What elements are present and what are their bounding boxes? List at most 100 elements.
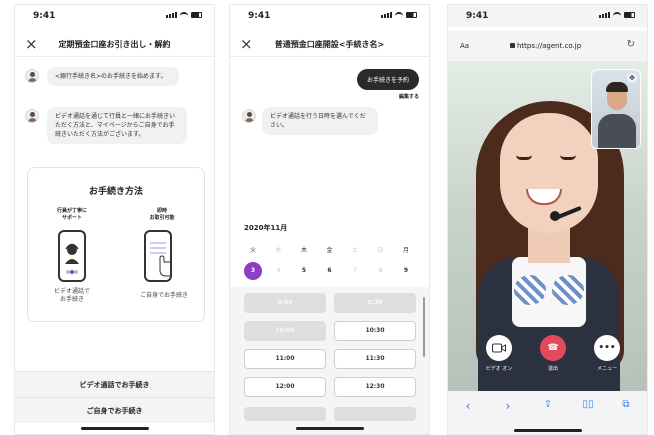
time-slot[interactable]: 12:30 bbox=[334, 377, 416, 397]
url-text: https://agent.co.jp bbox=[517, 42, 582, 50]
forward-icon[interactable]: › bbox=[500, 399, 516, 413]
lock-icon bbox=[510, 43, 515, 48]
time-slot-partial[interactable] bbox=[244, 407, 326, 421]
chat-bubble: ビデオ通話を通じて行員と一緒にお手続きいただく方法と、マイページからご自身でお手… bbox=[47, 107, 187, 144]
signal-icon bbox=[381, 12, 392, 18]
camera-icon[interactable] bbox=[486, 335, 512, 361]
method-video-label: ビデオ通話で お手続き bbox=[53, 288, 90, 303]
agent-eye bbox=[516, 155, 532, 160]
self-body bbox=[598, 114, 636, 148]
status-time: 9:41 bbox=[248, 11, 271, 21]
signal-icon bbox=[166, 12, 177, 18]
consult-screen: 9:41 × 定期預金口座お引き出し・解約 <銀行手続き名>のお手続きを始めます… bbox=[14, 4, 215, 435]
home-indicator bbox=[80, 427, 149, 430]
day-cell[interactable]: 5 bbox=[295, 262, 313, 280]
time-slot[interactable]: 9:30 bbox=[334, 293, 416, 313]
back-icon[interactable]: ‹ bbox=[460, 399, 476, 413]
self-hair bbox=[606, 82, 628, 92]
ribbon-self-text: 即時 お取引可能 bbox=[149, 208, 175, 221]
page-title: 普通預金口座開設<手続き名> bbox=[274, 40, 385, 49]
time-slot[interactable]: 11:30 bbox=[334, 349, 416, 369]
weekday-label: 月 bbox=[402, 247, 409, 254]
reload-icon[interactable]: ↻ bbox=[627, 39, 635, 50]
day-cell[interactable]: 7 bbox=[346, 262, 364, 280]
self-preview[interactable]: ✥ bbox=[591, 69, 641, 149]
home-indicator bbox=[295, 427, 364, 430]
browser-toolbar: ‹ › ⇪ ▯▯ ⧉ bbox=[448, 391, 647, 434]
time-slot[interactable]: 10:30 bbox=[334, 321, 416, 341]
time-slot[interactable]: 9:00 bbox=[244, 293, 326, 313]
headset-mic bbox=[550, 211, 560, 221]
weekday-label: 火 bbox=[249, 247, 256, 254]
chat-bubble: <銀行手続き名>のお手続きを始めます。 bbox=[47, 67, 179, 86]
expand-icon[interactable]: ✥ bbox=[627, 73, 637, 83]
battery-icon bbox=[191, 12, 202, 18]
signal-icon bbox=[599, 12, 610, 18]
text-size-button[interactable]: Aa bbox=[460, 42, 469, 50]
operator-icon bbox=[65, 243, 79, 274]
tabs-icon[interactable]: ⧉ bbox=[618, 399, 634, 410]
video-call-screen: 9:41 Aa https://agent.co.jp ↻ ✥ ☎ ••• ビデ… bbox=[447, 4, 648, 435]
agent-eye bbox=[560, 155, 576, 160]
status-bar: 9:41 bbox=[15, 5, 214, 27]
wifi-icon bbox=[395, 12, 403, 18]
more-icon[interactable]: ••• bbox=[594, 335, 620, 361]
day-cell[interactable]: 4 bbox=[270, 262, 288, 280]
time-slot-partial[interactable] bbox=[334, 407, 416, 421]
weekday-label: 土 bbox=[351, 247, 358, 254]
hang-up-icon[interactable]: ☎ bbox=[540, 335, 566, 361]
video-phone-illustration bbox=[58, 230, 86, 282]
url-field[interactable]: https://agent.co.jp bbox=[510, 42, 581, 50]
ribbon-video: 行員が丁寧に サポート bbox=[42, 208, 102, 222]
share-icon[interactable]: ⇪ bbox=[540, 399, 556, 410]
control-label: 退出 bbox=[547, 366, 558, 372]
edit-link[interactable]: 編集する bbox=[399, 93, 419, 100]
booking-screen: 9:41 × 普通預金口座開設<手続き名> お手続きを予約 編集する ビデオ通話… bbox=[229, 4, 430, 435]
status-bar: 9:41 bbox=[448, 5, 647, 27]
methods-card: お手続き方法 行員が丁寧に サポート 即時 お取引可能 ビデオ通話で お手続き … bbox=[27, 167, 205, 322]
weekday-label: 金 bbox=[326, 247, 333, 254]
calendar-month: 2020年11月 bbox=[244, 224, 288, 232]
status-icons bbox=[166, 12, 202, 18]
chat-bubble: ビデオ通話を行う日時を選んでください。 bbox=[262, 107, 378, 135]
nav-bar: × 普通預金口座開設<手続き名> bbox=[230, 31, 429, 57]
user-message-bubble: お手続きを予約 bbox=[356, 69, 419, 90]
battery-icon bbox=[624, 12, 635, 18]
agent-avatar bbox=[25, 109, 39, 123]
time-slot[interactable]: 10:00 bbox=[244, 321, 326, 341]
home-indicator bbox=[513, 429, 582, 432]
self-procedure-button[interactable]: ご自身でお手続き bbox=[15, 397, 214, 423]
control-label: メニュー bbox=[596, 366, 617, 372]
methods-heading: お手続き方法 bbox=[88, 187, 143, 197]
agent-face bbox=[500, 113, 598, 233]
agent-avatar bbox=[242, 109, 256, 123]
method-self-label: ご自身でお手続き bbox=[139, 292, 188, 299]
control-label: ビデオ オン bbox=[485, 366, 513, 372]
battery-icon bbox=[406, 12, 417, 18]
ribbon-video-text: 行員が丁寧に サポート bbox=[56, 208, 87, 221]
agent-bow bbox=[514, 275, 584, 305]
nav-bar: × 定期預金口座お引き出し・解約 bbox=[15, 31, 214, 57]
wifi-icon bbox=[613, 12, 621, 18]
weekday-row: 火 水 木 金 土 日 月 bbox=[244, 245, 415, 254]
tap-hand-icon bbox=[150, 242, 173, 277]
time-slot[interactable]: 12:00 bbox=[244, 377, 326, 397]
status-bar: 9:41 bbox=[230, 5, 429, 27]
browser-address-bar: Aa https://agent.co.jp ↻ bbox=[448, 31, 647, 61]
day-cell[interactable]: 9 bbox=[397, 262, 415, 280]
time-slot[interactable]: 11:00 bbox=[244, 349, 326, 369]
self-phone-illustration bbox=[144, 230, 173, 282]
day-cell[interactable]: 8 bbox=[372, 262, 390, 280]
bookmarks-icon[interactable]: ▯▯ bbox=[580, 399, 596, 410]
day-cell[interactable]: 6 bbox=[321, 262, 339, 280]
status-icons bbox=[381, 12, 417, 18]
video-procedure-button[interactable]: ビデオ通話でお手続き bbox=[15, 371, 214, 397]
ribbon-self: 即時 お取引可能 bbox=[132, 208, 192, 222]
scrollbar[interactable] bbox=[423, 297, 425, 357]
page-title: 定期預金口座お引き出し・解約 bbox=[58, 40, 171, 49]
weekday-label: 木 bbox=[300, 247, 307, 254]
weekday-label: 日 bbox=[377, 247, 384, 254]
day-cell-selected[interactable]: 3 bbox=[244, 262, 262, 280]
status-time: 9:41 bbox=[466, 11, 489, 21]
status-time: 9:41 bbox=[33, 11, 56, 21]
